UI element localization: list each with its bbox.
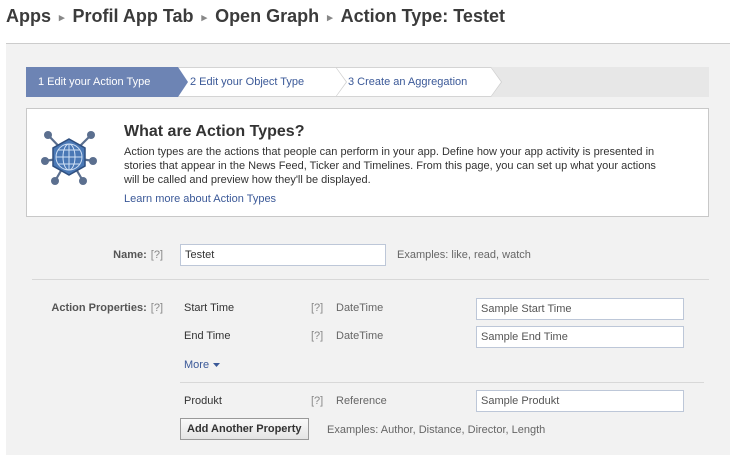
property-type: Reference [336, 395, 387, 407]
end-time-sample-input[interactable] [476, 326, 684, 348]
breadcrumb-separator-icon: ▸ [201, 11, 208, 24]
info-box: What are Action Types? Action types are … [26, 108, 709, 217]
name-input[interactable] [180, 244, 386, 266]
property-name: Start Time [184, 302, 235, 314]
breadcrumb-separator-icon: ▸ [327, 11, 333, 24]
name-label: Name: [?] [66, 249, 163, 261]
learn-more-link[interactable]: Learn more about Action Types [124, 193, 276, 205]
property-help-icon[interactable]: [?] [311, 395, 323, 407]
action-properties-help-icon[interactable]: [?] [151, 302, 163, 314]
breadcrumb: Apps ▸ Profil App Tab ▸ Open Graph ▸ Act… [6, 4, 505, 28]
main-panel: 1 Edit your Action Type 2 Edit your Obje… [6, 43, 730, 455]
property-type: DateTime [336, 302, 384, 314]
property-name: End Time [184, 330, 231, 342]
property-help-icon[interactable]: [?] [311, 302, 323, 314]
add-another-property-button[interactable]: Add Another Property [180, 418, 309, 440]
step-create-aggregation[interactable]: 3 Create an Aggregation [336, 67, 491, 97]
property-type: DateTime [336, 330, 384, 342]
more-label: More [184, 359, 210, 371]
step-edit-object-type[interactable]: 2 Edit your Object Type [178, 67, 336, 97]
step-edit-action-type[interactable]: 1 Edit your Action Type [26, 67, 178, 97]
name-label-text: Name: [113, 249, 147, 261]
start-time-sample-input[interactable] [476, 298, 684, 320]
page-title: Action Type: Testet [340, 5, 505, 26]
step-arrow [178, 67, 188, 97]
name-help-icon[interactable]: [?] [151, 249, 163, 261]
produkt-sample-input[interactable] [476, 390, 684, 412]
step-arrow [491, 68, 501, 96]
divider [32, 279, 709, 280]
property-help-icon[interactable]: [?] [311, 330, 323, 342]
breadcrumb-apps[interactable]: Apps [6, 6, 51, 27]
step-arrow [336, 68, 346, 96]
action-properties-label-text: Action Properties: [51, 302, 147, 314]
property-name: Produkt [184, 395, 222, 407]
add-property-examples: Examples: Author, Distance, Director, Le… [327, 424, 546, 436]
more-properties-link[interactable]: More [184, 359, 221, 371]
info-title: What are Action Types? [124, 123, 305, 140]
action-properties-label: Action Properties: [?] [26, 302, 163, 314]
name-examples: Examples: like, read, watch [397, 249, 531, 261]
breadcrumb-profil-app-tab[interactable]: Profil App Tab [73, 6, 194, 27]
wizard-steps: 1 Edit your Action Type 2 Edit your Obje… [26, 67, 709, 97]
chevron-down-icon [213, 362, 221, 367]
breadcrumb-separator-icon: ▸ [59, 11, 65, 24]
globe-graph-icon [41, 131, 97, 185]
divider [180, 382, 704, 383]
breadcrumb-open-graph[interactable]: Open Graph [215, 6, 319, 27]
info-description: Action types are the actions that people… [124, 146, 656, 186]
